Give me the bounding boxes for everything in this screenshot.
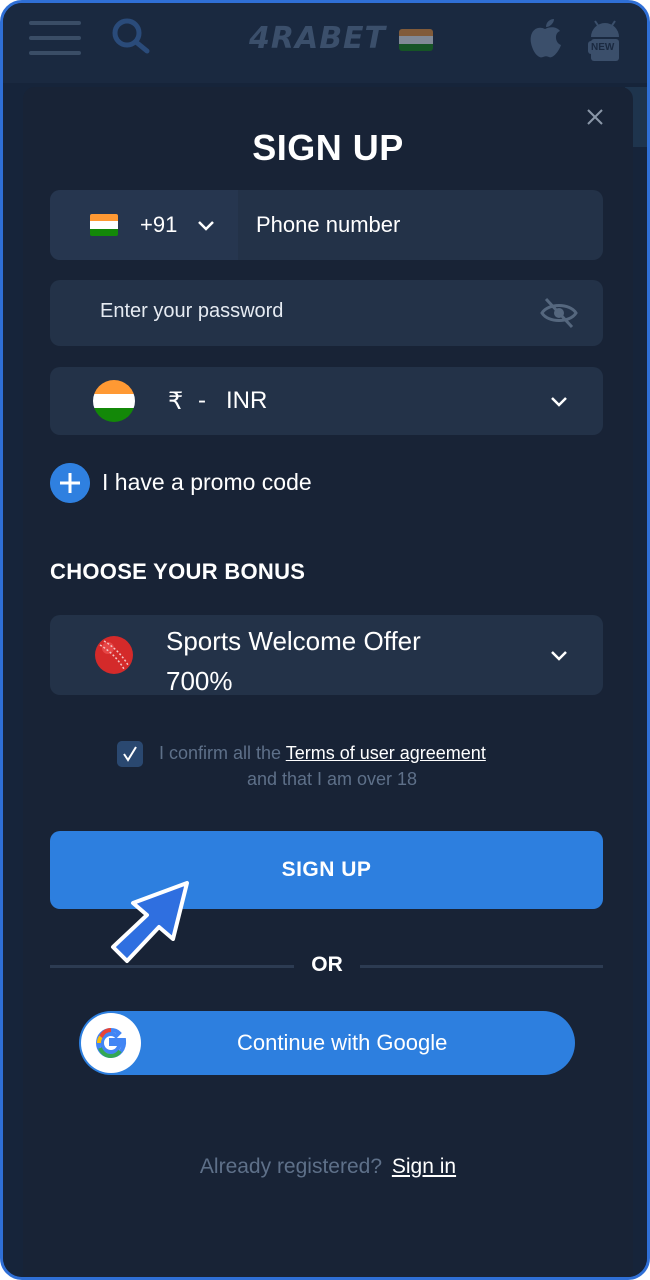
continue-with-google-button[interactable]: Continue with Google [79,1011,575,1075]
india-flag-icon [90,214,118,236]
currency-select[interactable]: ₹ - INR [50,367,603,435]
or-divider: OR [50,953,603,983]
divider-line-right [360,965,603,968]
device-frame: 4RABET NEW SIGN UP +91 Phone number ₹ - … [0,0,650,1280]
country-code: +91 [140,212,178,237]
currency-code: INR [226,387,268,414]
bonus-name: Sports Welcome Offer [166,626,421,656]
phone-number-input[interactable] [256,212,576,238]
cricket-ball-icon [95,636,133,674]
currency-symbol: ₹ [168,388,184,415]
confirm-text-line2: and that I am over 18 [246,769,418,789]
google-button-label: Continue with Google [237,1030,448,1055]
signup-modal: SIGN UP +91 Phone number ₹ - INR I have … [23,87,633,1277]
bonus-section-title: CHOOSE YOUR BONUS [50,559,306,584]
search-icon[interactable] [107,15,153,55]
google-icon [95,1027,127,1059]
apple-icon[interactable] [527,17,563,61]
bonus-select[interactable]: Sports Welcome Offer 700% [50,615,603,696]
sign-in-prompt: Already registered? Sign in [23,1155,633,1179]
close-icon[interactable] [583,105,607,129]
chevron-down-icon [198,221,214,231]
divider-line-left [50,965,294,968]
bonus-percent: 700% [166,666,233,696]
india-flag-icon [399,29,433,51]
new-badge: NEW [588,41,618,54]
android-icon[interactable] [583,15,627,63]
confirm-prefix: I confirm all the [159,743,286,763]
chevron-down-icon [551,397,567,407]
password-input[interactable] [100,300,520,323]
password-field [50,280,603,346]
confirm-text-line1: I confirm all the Terms of user agreemen… [159,743,486,764]
eye-slash-icon[interactable] [540,296,578,330]
google-icon-badge [81,1013,141,1073]
brand-logo[interactable]: 4RABET [249,21,386,56]
promo-code-label: I have a promo code [102,469,312,495]
already-registered-text: Already registered? [199,1155,383,1178]
modal-title: SIGN UP [252,127,404,168]
terms-link[interactable]: Terms of user agreement [286,743,486,763]
currency-separator: - [198,387,206,414]
plus-icon [50,463,90,503]
india-flag-icon [93,380,135,422]
chevron-down-icon [551,651,567,661]
app-header: 4RABET NEW [3,3,647,83]
phone-field: +91 [50,190,603,260]
country-code-select[interactable]: +91 [50,190,238,260]
or-label: OR [311,953,343,976]
terms-checkbox[interactable] [117,741,143,767]
menu-icon[interactable] [29,21,81,55]
sign-in-link[interactable]: Sign in [392,1155,456,1178]
bonus-selected: Sports Welcome Offer 700% [166,621,526,701]
